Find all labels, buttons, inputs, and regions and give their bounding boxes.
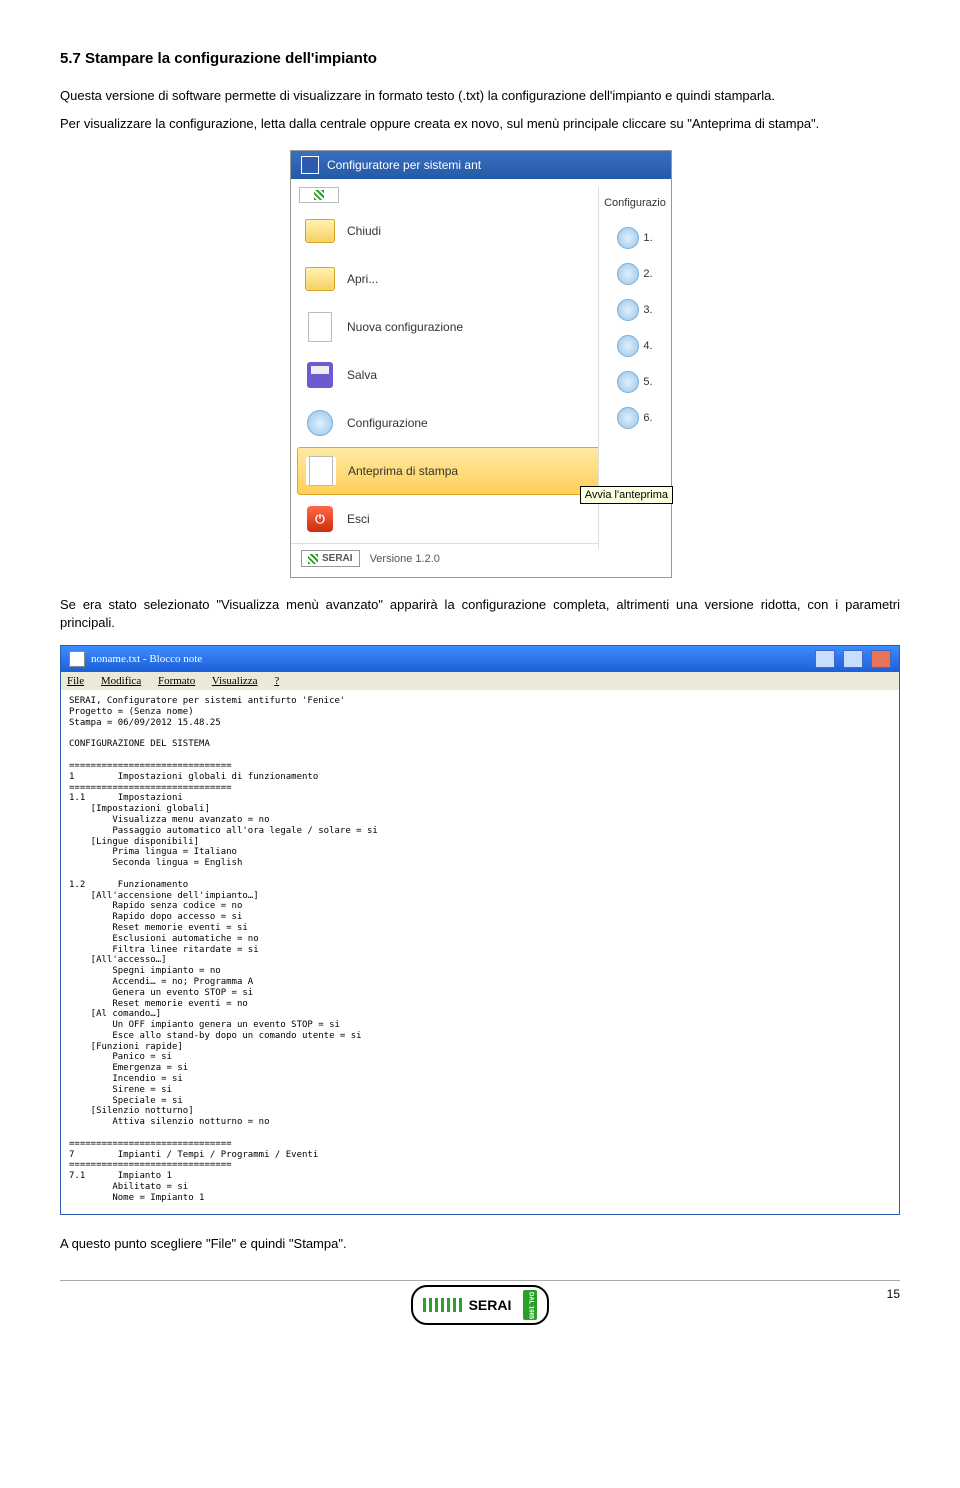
menu-anteprima-label: Anteprima di stampa <box>348 464 458 478</box>
notepad-body: SERAI, Configuratore per sistemi antifur… <box>61 690 899 1213</box>
app-screenshot: Configuratore per sistemi ant Chiudi Apr… <box>290 150 672 578</box>
notepad-title-text: noname.txt - Blocco note <box>91 653 202 665</box>
footer-brand: SERAI <box>469 1297 512 1313</box>
para-3: Se era stato selezionato "Visualizza men… <box>60 596 900 631</box>
menu-salva-label: Salva <box>347 368 377 382</box>
since-badge: DAL 1965 <box>523 1290 537 1320</box>
np-menu-modifica[interactable]: Modifica <box>101 675 141 687</box>
gear-icon <box>617 263 639 285</box>
np-menu-file[interactable]: File <box>67 675 84 687</box>
gear-icon <box>617 407 639 429</box>
tooltip: Avvia l'anteprima <box>580 486 673 504</box>
gear-icon <box>617 227 639 249</box>
save-icon <box>301 156 319 174</box>
menu-chiudi-label: Chiudi <box>347 224 381 238</box>
notepad-doc-icon <box>69 651 85 667</box>
wave-icon <box>423 1298 463 1312</box>
page-number: 15 <box>887 1287 900 1301</box>
right-panel-header: Configurazio <box>602 193 668 213</box>
notepad-titlebar: noname.txt - Blocco note <box>61 646 899 672</box>
gear-icon <box>617 371 639 393</box>
menu-nuova-label: Nuova configurazione <box>347 320 463 334</box>
app-titlebar: Configuratore per sistemi ant <box>291 151 671 179</box>
gear-icon <box>617 299 639 321</box>
version-label: Versione 1.2.0 <box>370 553 440 565</box>
app-title-text: Configuratore per sistemi ant <box>327 158 481 172</box>
menu-config-label: Configurazione <box>347 416 428 430</box>
power-icon: ⏻ <box>305 505 335 533</box>
section-heading: 5.7 Stampare la configurazione dell'impi… <box>60 50 900 67</box>
serai-logo-icon: SERAI <box>301 550 360 567</box>
np-menu-formato[interactable]: Formato <box>158 675 195 687</box>
intro-para-2: Per visualizzare la configurazione, lett… <box>60 115 900 133</box>
maximize-icon[interactable] <box>843 650 863 668</box>
menu-apri-label: Apri... <box>347 272 378 286</box>
np-menu-visualizza[interactable]: Visualizza <box>212 675 258 687</box>
np-menu-help[interactable]: ? <box>274 675 279 687</box>
notepad-menubar[interactable]: File Modifica Formato Visualizza ? <box>61 672 899 690</box>
para-4: A questo punto scegliere "File" e quindi… <box>60 1235 900 1253</box>
intro-para-1: Questa versione di software permette di … <box>60 87 900 105</box>
page-footer: SERAI DAL 1965 15 <box>60 1280 900 1325</box>
document-icon <box>305 313 335 341</box>
gear-icon <box>305 409 335 437</box>
diskette-icon <box>305 361 335 389</box>
folder-icon <box>305 217 335 245</box>
folder-open-icon <box>305 265 335 293</box>
notepad-window: noname.txt - Blocco note File Modifica F… <box>60 645 900 1214</box>
print-preview-icon <box>306 457 336 485</box>
menu-esci-label: Esci <box>347 512 370 526</box>
minimize-icon[interactable] <box>815 650 835 668</box>
gear-icon <box>617 335 639 357</box>
close-icon[interactable] <box>871 650 891 668</box>
footer-logo: SERAI DAL 1965 <box>411 1285 550 1325</box>
